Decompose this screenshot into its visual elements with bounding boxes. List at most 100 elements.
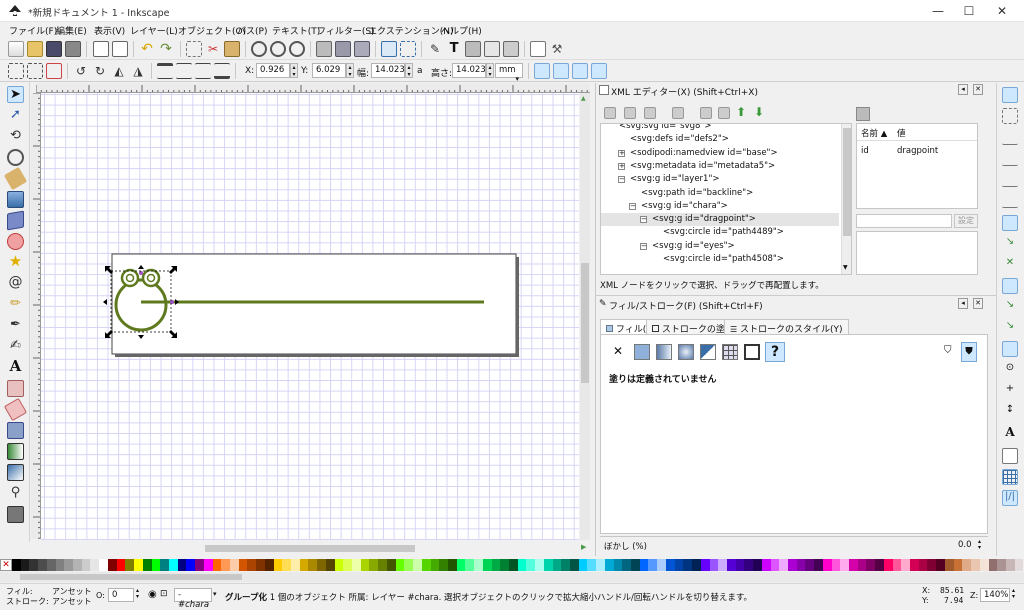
palette-swatch[interactable] [160, 559, 169, 571]
redo-icon[interactable]: ↷ [158, 41, 174, 57]
snap-page-border-icon[interactable] [1002, 448, 1018, 464]
maximize-button[interactable]: ☐ [955, 3, 983, 19]
palette-swatch[interactable] [203, 559, 213, 571]
scale-corners-toggle-icon[interactable] [553, 63, 569, 79]
palette-swatch[interactable] [142, 559, 152, 571]
attr-row-value[interactable]: dragpoint [897, 146, 938, 156]
palette-swatch[interactable] [596, 559, 605, 571]
flat-color-button[interactable] [634, 344, 650, 360]
dropper-tool-icon[interactable]: ⚲ [7, 485, 24, 502]
palette-swatch[interactable] [221, 559, 230, 571]
menu-edit[interactable]: 編集(E) [56, 24, 87, 37]
selector-tool-icon[interactable]: ➤ [7, 86, 24, 103]
collapse-node-icon[interactable]: − [618, 176, 625, 184]
set-attribute-button[interactable]: 設定 [954, 214, 978, 228]
select-all-icon[interactable] [8, 63, 24, 79]
palette-swatch[interactable] [1005, 559, 1015, 571]
text-tool-icon[interactable]: A [7, 359, 24, 376]
3d-box-tool-icon[interactable] [7, 210, 24, 231]
palette-swatch[interactable] [247, 559, 257, 571]
select-all-layers-icon[interactable] [27, 63, 43, 79]
node-tool-icon[interactable]: ➚ [7, 107, 24, 124]
snap-nodes-icon[interactable] [1002, 215, 1018, 231]
unit-select[interactable]: mm ▾ [495, 63, 523, 83]
palette-swatch[interactable] [753, 559, 762, 571]
paste-icon[interactable] [224, 41, 240, 57]
menu-path[interactable]: パス(P) [237, 24, 267, 37]
lower-to-bottom-icon[interactable] [214, 63, 230, 79]
palette-swatch[interactable] [64, 559, 74, 571]
palette-swatch[interactable] [918, 559, 928, 571]
palette-swatch[interactable] [308, 559, 318, 571]
attribute-value-input[interactable] [856, 231, 978, 275]
palette-swatch[interactable] [552, 559, 562, 571]
snap-rotation-center-icon[interactable]: + [1002, 383, 1018, 399]
palette-swatch[interactable] [447, 559, 457, 571]
ellipse-tool-icon[interactable] [7, 233, 24, 250]
scroll-up-arrow[interactable]: ▲ [581, 95, 589, 103]
new-text-node-icon[interactable] [624, 107, 636, 119]
unset-paint-button[interactable]: ? [765, 342, 785, 362]
xml-tree-row[interactable]: + <svg:metadata id="metadata5"> [601, 160, 839, 173]
attribute-list[interactable]: 名前 ▲ 値 id dragpoint [856, 123, 978, 209]
palette-swatch[interactable] [692, 559, 701, 571]
palette-swatch[interactable] [674, 559, 684, 571]
snap-path-icon[interactable]: ↘ [1002, 236, 1018, 252]
palette-swatch[interactable] [386, 559, 396, 571]
palette-swatch[interactable] [657, 559, 666, 571]
new-element-node-icon[interactable] [604, 107, 616, 119]
palette-swatch[interactable] [282, 559, 291, 571]
width-spin-arrows[interactable]: ▴ ▾ [405, 63, 413, 78]
palette-swatch[interactable] [971, 559, 980, 571]
xml-tree-row[interactable]: + <sodipodi:namedview id="base"> [601, 147, 839, 160]
snap-guide-icon[interactable]: |/| [1002, 490, 1018, 506]
snap-others-icon[interactable] [1002, 341, 1018, 357]
snap-bbox-edge-icon[interactable] [1002, 129, 1018, 145]
snap-text-icon[interactable]: A [1002, 425, 1018, 441]
layer-visibility-icon[interactable]: ◉ [148, 589, 157, 600]
menu-view[interactable]: 表示(V) [94, 24, 125, 37]
palette-swatch[interactable] [631, 559, 640, 571]
palette-swatch[interactable] [116, 559, 126, 571]
panel-close-icon[interactable]: ✕ [973, 84, 983, 95]
palette-swatch[interactable] [953, 559, 963, 571]
zoom-drawing-icon[interactable] [270, 41, 286, 57]
opacity-input[interactable]: 0 [108, 588, 134, 602]
palette-swatch[interactable] [482, 559, 492, 571]
x-input[interactable]: 0.926 [256, 63, 290, 78]
menu-file[interactable]: ファイル(F) [9, 24, 57, 37]
lower-icon[interactable] [195, 63, 211, 79]
palette-swatch[interactable] [125, 559, 135, 571]
mesh-gradient-button[interactable] [700, 344, 716, 360]
blur-spin-arrows[interactable]: ▴ ▾ [978, 539, 981, 551]
pencil-tool-icon[interactable]: ✏ [7, 296, 24, 313]
transform-patterns-toggle-icon[interactable] [591, 63, 607, 79]
snap-bbox-center-icon[interactable] [1002, 192, 1018, 208]
import-icon[interactable] [93, 41, 109, 57]
horizontal-scroll-thumb[interactable] [205, 545, 415, 552]
drawing-canvas[interactable] [41, 93, 579, 540]
layer-lock-icon[interactable]: ⊡ [160, 589, 168, 599]
deselect-icon[interactable] [46, 63, 62, 79]
zoom-input[interactable]: 140% [980, 588, 1010, 602]
palette-swatch[interactable] [866, 559, 876, 571]
palette-swatch[interactable] [465, 559, 475, 571]
palette-swatch[interactable] [770, 559, 780, 571]
fill-rule-nonzero-icon[interactable]: ⛊ [961, 342, 977, 362]
palette-swatch[interactable] [395, 559, 405, 571]
palette-swatch[interactable] [779, 559, 788, 571]
palette-swatch[interactable] [29, 559, 39, 571]
palette-swatch[interactable] [343, 559, 353, 571]
palette-swatch[interactable] [73, 559, 82, 571]
snap-grid-icon[interactable] [1002, 469, 1018, 485]
rotate-ccw-icon[interactable]: ↺ [73, 63, 89, 79]
palette-swatch[interactable] [883, 559, 893, 571]
panel-collapse-icon[interactable]: ◂ [958, 84, 968, 95]
xml-tree-row[interactable]: <svg:defs id="defs2"> [601, 133, 839, 146]
tweak-tool-icon[interactable]: ⟲ [7, 128, 24, 145]
palette-swatch[interactable] [648, 559, 658, 571]
vertical-scrollbar[interactable]: ▲ [580, 93, 590, 540]
palette-swatch[interactable] [334, 559, 344, 571]
palette-swatch[interactable] [229, 559, 239, 571]
flip-vertical-icon[interactable]: ◮ [130, 63, 146, 79]
